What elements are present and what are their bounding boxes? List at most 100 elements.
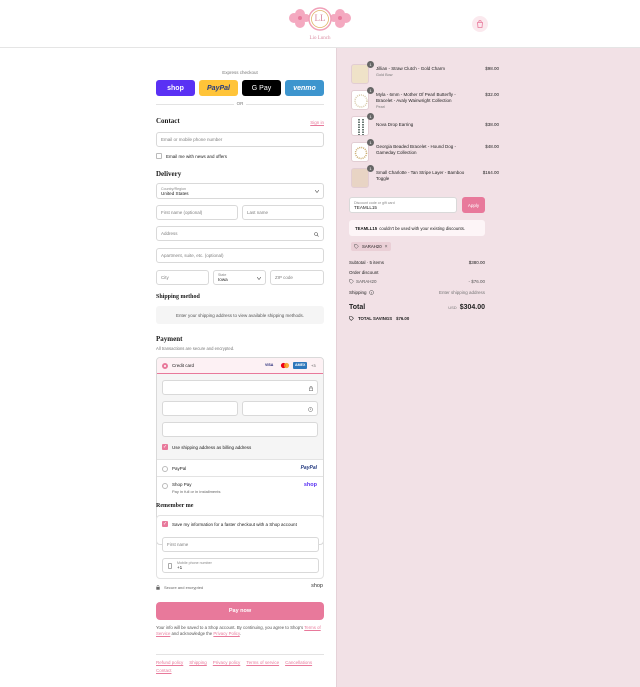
expiry-field[interactable] [162,401,238,416]
item-name: Myla - 6mm - Mother Of Pearl Butterfly -… [376,92,468,110]
footer-links: Refund policy Shipping Privacy policy Te… [156,660,324,673]
billing-checkbox[interactable]: ✓ [162,444,168,450]
card-form: ✓ Use shipping address as billing addres… [157,374,323,459]
help-icon[interactable] [308,407,313,412]
total-savings: TOTAL SAVINGS $76.00 [349,316,409,321]
amex-icon: AMEX [293,362,308,369]
item-variant: Pearl [376,105,385,109]
remember-me-panel: ✓ Save my information for a faster check… [156,515,324,579]
total-value: $304.00 [459,304,485,311]
currency-label: USD [448,305,457,310]
save-info-checkbox[interactable]: ✓ [162,521,168,527]
product-thumbnail [351,64,369,84]
shipping-row: Shipping Enter shipping address [349,290,485,295]
footer-link-terms[interactable]: Terms of service [246,660,279,665]
first-name-field[interactable]: First name (optional) [156,205,238,220]
address-field[interactable]: Address [156,226,324,241]
chevron-down-icon [257,277,261,280]
city-field[interactable]: City [156,270,209,285]
discount-code-field[interactable]: Discount code or gift card TEAMLL15 [349,197,457,213]
remember-me-title: Remember me [156,503,194,509]
delivery-title: Delivery [156,170,182,178]
zip-field[interactable]: ZIP code [270,270,324,285]
paypal-radio[interactable] [162,466,168,472]
mobile-phone-field[interactable]: Mobile phone number +1 [162,558,319,573]
shipping-method-note: Enter your shipping address to view avai… [156,306,324,324]
sign-in-link[interactable]: Sign in [310,120,324,125]
legal-text: Your info will be saved to a Shop accoun… [156,625,324,637]
savings-label: TOTAL SAVINGS [358,316,393,321]
google-pay-button[interactable]: G Pay [242,80,281,96]
product-thumbnail [351,142,369,162]
shop-pay-button[interactable]: shop [156,80,195,96]
footer-link-cancellations[interactable]: Cancellations [285,660,312,665]
name-on-card-field[interactable] [162,422,318,437]
pay-now-button[interactable]: Pay now [156,602,324,620]
last-name-field[interactable]: Last name [242,205,324,220]
privacy-link[interactable]: Privacy Policy [213,631,239,636]
save-info-row[interactable]: ✓ Save my information for a faster check… [162,521,297,527]
brand-monogram: LL [314,13,326,23]
item-price: $38.00 [485,122,499,127]
subtotal-value: $380.00 [468,260,485,265]
item-variant: Gold Bow [376,73,393,77]
country-select[interactable]: Country/Region United States [156,183,324,199]
shop-pay-label: Shop Pay [172,482,192,487]
news-checkbox-row[interactable]: Email me with news and offers [156,153,227,159]
header: LL Lio Lunch [0,0,640,48]
secure-label: Secure and encrypted [164,585,204,590]
applied-code: SARAH20 [362,244,382,249]
apartment-field[interactable]: Apartment, suite, etc. (optional) [156,248,324,263]
order-discount-value: - $76.00 [468,279,485,284]
footer-link-contact[interactable]: Contact [156,668,172,673]
footer-link-shipping[interactable]: Shipping [189,660,207,665]
express-checkout-title: Express checkout [222,70,258,75]
security-code-field[interactable] [242,401,318,416]
billing-checkbox-row[interactable]: ✓ Use shipping address as billing addres… [162,444,251,450]
quantity-badge: 1 [367,61,374,68]
payment-subtitle: All transactions are secure and encrypte… [156,346,235,351]
quantity-badge: 1 [367,113,374,120]
list-item: 1 Georgia Beaded Bracelet - Hound Dog - … [351,139,499,162]
credit-card-option[interactable]: Credit card VISA AMEX +3 [157,358,323,374]
brand-logo[interactable]: LL Lio Lunch [286,6,354,44]
remove-discount-icon[interactable]: × [385,244,388,250]
discount-value: TEAMLL15 [354,204,377,210]
footer-link-privacy[interactable]: Privacy policy [213,660,241,665]
product-thumbnail [351,168,369,188]
quantity-badge: 1 [367,87,374,94]
quantity-badge: 1 [367,139,374,146]
venmo-button[interactable]: venmo [285,80,324,96]
subtotal-row: Subtotal · 5 items $380.00 [349,260,485,265]
more-cards-label: +3 [311,363,316,368]
apply-button[interactable]: Apply [462,197,485,213]
paypal-logo: PayPal [300,465,317,471]
cart-button[interactable] [472,16,488,32]
phone-icon [168,563,172,569]
shop-pay-logo: shop [303,482,317,488]
legal-text-3: . [239,631,241,636]
card-number-field[interactable] [162,380,318,395]
news-checkbox[interactable] [156,153,162,159]
order-discount-code-wrap: SARAH20 [349,279,377,284]
shop-first-name-field[interactable]: First name [162,537,319,552]
credit-card-radio[interactable] [162,363,168,369]
order-discount-code-row: SARAH20 - $76.00 [349,279,485,284]
error-code: TEAMLL15 [355,225,378,231]
paypal-button[interactable]: PayPal [199,80,238,96]
list-item: 1 Myla - 6mm - Mother Of Pearl Butterfly… [351,87,499,110]
paypal-option[interactable]: PayPal PayPal [157,459,323,476]
state-select[interactable]: State Iowa [213,270,266,285]
credit-card-label: Credit card [172,363,195,368]
mastercard-icon [280,362,290,369]
billing-checkbox-label: Use shipping address as billing address [172,444,252,450]
list-item: 1 Small Charlotte - Tan Stripe Layer - B… [351,165,499,188]
item-name: Jillian - Straw Clutch - Gold Charm Gold … [376,66,468,78]
footer-link-refund[interactable]: Refund policy [156,660,183,665]
shop-pay-radio[interactable] [162,483,168,489]
email-field[interactable]: Email or mobile phone number [156,132,324,147]
info-icon[interactable] [368,290,374,295]
savings-value: $76.00 [396,316,410,321]
tag-icon [349,316,354,321]
quantity-badge: 1 [367,165,374,172]
